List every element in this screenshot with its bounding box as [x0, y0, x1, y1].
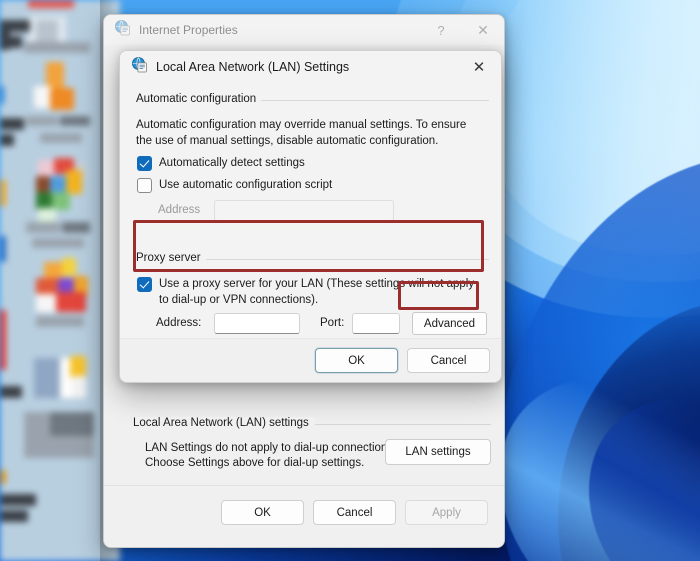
lan-settings-group-legend: Local Area Network (LAN) settings [133, 417, 315, 429]
auto-detect-settings-checkbox[interactable] [137, 156, 152, 171]
help-button[interactable]: ? [420, 15, 462, 45]
lan-settings-titlebar: Local Area Network (LAN) Settings ✕ [120, 51, 501, 83]
use-configuration-script-row[interactable]: Use automatic configuration script [137, 178, 332, 194]
lan-settings-body: Automatic configuration Automatic config… [120, 83, 501, 356]
apply-button: Apply [405, 500, 488, 525]
globe-page-icon [131, 56, 148, 78]
use-proxy-server-checkbox[interactable] [137, 277, 152, 292]
internet-properties-titlebar: Internet Properties ? ✕ [104, 15, 504, 45]
ok-button[interactable]: OK [221, 500, 304, 525]
proxy-port-input[interactable] [352, 313, 400, 334]
close-icon[interactable]: ✕ [462, 15, 504, 45]
lan-settings-footer: OK Cancel [120, 338, 501, 382]
advanced-button[interactable]: Advanced [412, 312, 487, 335]
lan-settings-group-description: LAN Settings do not apply to dial-up con… [145, 442, 397, 469]
cancel-button[interactable]: Cancel [313, 500, 396, 525]
use-configuration-script-checkbox[interactable] [137, 178, 152, 193]
internet-properties-footer-buttons: OK Cancel Apply [221, 500, 488, 525]
script-address-label: Address [158, 204, 201, 216]
internet-properties-caption-buttons: ? ✕ [420, 15, 504, 45]
proxy-server-legend: Proxy server [134, 252, 206, 264]
cancel-button[interactable]: Cancel [407, 348, 490, 373]
use-proxy-server-row[interactable]: Use a proxy server for your LAN (These s… [137, 277, 477, 308]
automatic-configuration-description: Automatic configuration may override man… [136, 119, 467, 147]
proxy-address-input[interactable] [214, 313, 300, 334]
auto-detect-settings-row[interactable]: Automatically detect settings [137, 156, 305, 172]
internet-properties-title: Internet Properties [139, 23, 238, 37]
desktop-screen: Internet Properties ? ✕ Local Area Netwo… [0, 0, 700, 561]
proxy-address-label: Address: [156, 317, 202, 329]
lan-settings-button[interactable]: LAN settings [385, 439, 491, 465]
globe-page-icon [114, 19, 131, 41]
auto-detect-settings-label: Automatically detect settings [159, 157, 305, 169]
lan-settings-dialog: Local Area Network (LAN) Settings ✕ Auto… [119, 50, 502, 383]
use-proxy-server-label: Use a proxy server for your LAN (These s… [159, 278, 475, 306]
lan-settings-footer-buttons: OK Cancel [315, 348, 490, 373]
close-icon[interactable]: ✕ [457, 51, 501, 83]
proxy-port-label: Port: [320, 317, 345, 329]
ok-button[interactable]: OK [315, 348, 398, 373]
automatic-configuration-group: Automatic configuration Automatic config… [134, 93, 489, 230]
script-address-input [214, 200, 394, 221]
lan-settings-title: Local Area Network (LAN) Settings [156, 60, 350, 74]
use-configuration-script-label: Use automatic configuration script [159, 179, 333, 191]
internet-properties-footer: OK Cancel Apply [104, 485, 504, 547]
automatic-configuration-legend: Automatic configuration [134, 93, 262, 105]
